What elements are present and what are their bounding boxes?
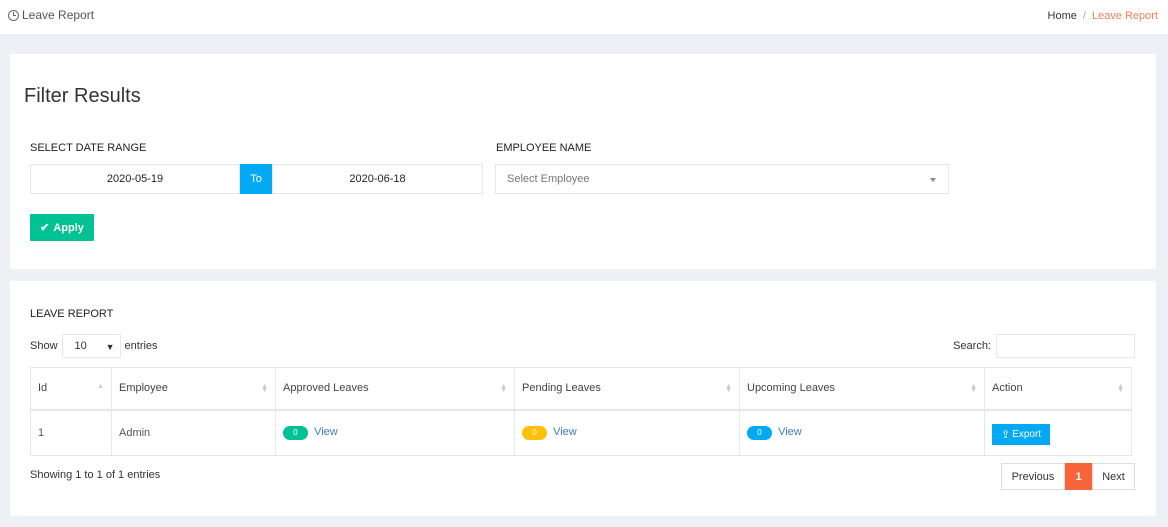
clock-icon xyxy=(8,9,19,21)
leave-report-table: Id ▲ Employee ▲ ▼ Approved Leaves ▲ ▼ Pending… xyxy=(30,367,1132,456)
sort-icon: ▲ ▼ xyxy=(261,383,268,394)
entries-length-control: Show 10 ▼ entries xyxy=(30,334,158,358)
pagination-page-1[interactable]: 1 xyxy=(1065,463,1092,490)
cell-approved: 0 View xyxy=(275,409,515,456)
column-label: Approved Leaves xyxy=(283,382,369,395)
date-from-input[interactable]: 2020-05-19 xyxy=(30,164,240,194)
column-label: Upcoming Leaves xyxy=(747,382,836,395)
table-header-row: Id ▲ Employee ▲ ▼ Approved Leaves ▲ ▼ Pending… xyxy=(30,367,1132,411)
apply-button-label: Apply xyxy=(53,221,84,234)
entries-label: entries xyxy=(124,340,158,352)
breadcrumb-current: Leave Report xyxy=(1091,10,1158,22)
breadcrumb-separator: / xyxy=(1082,10,1086,22)
cell-pending: 0 View xyxy=(514,409,740,456)
column-header-employee[interactable]: Employee ▲ ▼ xyxy=(111,367,276,411)
date-to-input[interactable]: 2020-06-18 xyxy=(272,164,483,194)
sort-icon: ▲ ▼ xyxy=(970,383,977,394)
top-bar: Leave Report Home / Leave Report xyxy=(0,0,1168,34)
export-button[interactable]: ⇪ Export xyxy=(992,423,1050,445)
search-label: Search: xyxy=(953,340,991,352)
cell-upcoming: 0 View xyxy=(739,409,985,456)
entries-length-value: 10 xyxy=(74,340,87,352)
column-header-id[interactable]: Id ▲ xyxy=(30,367,112,411)
page-title: Leave Report xyxy=(8,8,94,22)
approved-count-badge: 0 xyxy=(283,425,308,440)
column-label: Action xyxy=(992,382,1023,395)
sort-asc-icon: ▲ xyxy=(97,383,104,390)
caret-down-icon xyxy=(930,178,936,182)
cell-id: 1 xyxy=(30,409,112,456)
table-search: Search: xyxy=(953,334,1135,358)
sort-icon: ▲ ▼ xyxy=(500,383,507,394)
pagination-next[interactable]: Next xyxy=(1092,463,1135,490)
column-label: Id xyxy=(38,382,48,395)
check-icon: ✔ xyxy=(40,222,50,234)
apply-button[interactable]: ✔ Apply xyxy=(30,214,94,241)
report-title: LEAVE REPORT xyxy=(30,308,114,320)
upcoming-count-badge: 0 xyxy=(747,425,772,440)
upload-icon: ⇪ xyxy=(1000,428,1011,441)
employee-select-placeholder: Select Employee xyxy=(507,173,590,185)
upcoming-view-link[interactable]: View xyxy=(778,426,802,438)
approved-view-link[interactable]: View xyxy=(314,426,338,438)
report-card: LEAVE REPORT Show 10 ▼ entries Search: I… xyxy=(10,281,1156,516)
pagination-previous[interactable]: Previous xyxy=(1001,463,1065,490)
column-header-pending[interactable]: Pending Leaves ▲ ▼ xyxy=(514,367,740,411)
table-row: 1 Admin 0 View 0 View 0 View ⇪ Export xyxy=(30,409,1132,456)
filter-card: Filter Results SELECT DATE RANGE EMPLOYE… xyxy=(10,54,1156,269)
date-range-label: SELECT DATE RANGE xyxy=(30,142,147,154)
column-label: Pending Leaves xyxy=(522,382,601,395)
employee-name-label: EMPLOYEE NAME xyxy=(496,142,592,154)
employee-select[interactable]: Select Employee xyxy=(495,164,949,194)
search-input[interactable] xyxy=(996,334,1135,358)
column-header-approved[interactable]: Approved Leaves ▲ ▼ xyxy=(275,367,515,411)
chevron-down-icon: ▼ xyxy=(105,342,115,352)
date-to-addon: To xyxy=(240,164,272,194)
sort-icon: ▲ ▼ xyxy=(1117,383,1124,394)
entries-length-select[interactable]: 10 ▼ xyxy=(61,334,121,358)
pending-count-badge: 0 xyxy=(522,425,547,440)
column-header-upcoming[interactable]: Upcoming Leaves ▲ ▼ xyxy=(739,367,985,411)
pending-view-link[interactable]: View xyxy=(553,426,577,438)
breadcrumb: Home / Leave Report xyxy=(1048,10,1158,22)
breadcrumb-home[interactable]: Home xyxy=(1048,10,1077,22)
cell-action: ⇪ Export xyxy=(984,409,1132,456)
sort-icon: ▲ ▼ xyxy=(725,383,732,394)
pagination: Previous 1 Next xyxy=(1001,463,1135,490)
cell-employee: Admin xyxy=(111,409,276,456)
column-label: Employee xyxy=(119,382,168,395)
show-label: Show xyxy=(30,340,58,352)
table-info: Showing 1 to 1 of 1 entries xyxy=(30,469,161,481)
filter-title: Filter Results xyxy=(24,85,141,107)
page-title-text: Leave Report xyxy=(22,8,95,22)
export-button-label: Export xyxy=(1012,428,1042,440)
column-header-action[interactable]: Action ▲ ▼ xyxy=(984,367,1132,411)
